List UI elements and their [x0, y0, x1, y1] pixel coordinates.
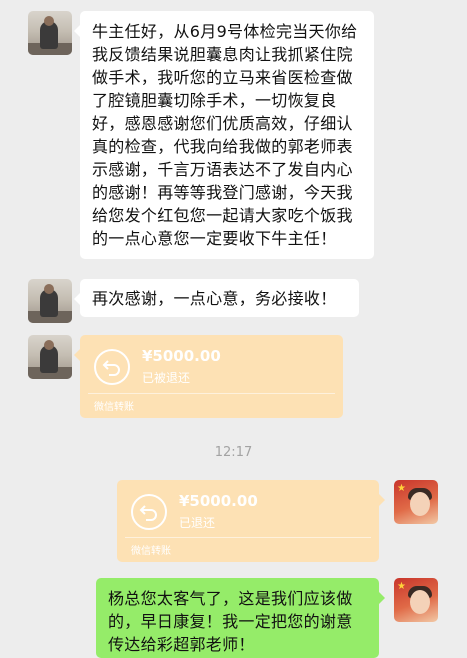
- sender-avatar[interactable]: [28, 11, 72, 55]
- transfer-amount: ¥5000.00: [179, 492, 258, 510]
- timestamp: 12:17: [214, 445, 253, 460]
- sender-avatar[interactable]: [28, 335, 72, 379]
- transfer-status: 已退还: [179, 516, 216, 530]
- message-bubble[interactable]: 杨总您太客气了，这是我们应该做的，早日康复！我一定把您的谢意传达给彩超郭老师！: [96, 578, 385, 658]
- transfer-footer: 微信转账: [94, 402, 134, 413]
- message-text: 杨总您太客气了，这是我们应该做的，早日康复！我一定把您的谢意传达给彩超郭老师！: [108, 589, 353, 654]
- transfer-footer: 微信转账: [131, 546, 171, 557]
- message-text: 牛主任好，从6月9号体检完当天你给我反馈结果说胆囊息肉让我抓紧住院做手术，我听您…: [92, 22, 358, 248]
- transfer-card[interactable]: ¥5000.00 已退还 微信转账: [117, 480, 385, 562]
- message-text: 再次感谢，一点心意，务必接收！: [92, 289, 337, 308]
- divider: [125, 537, 371, 538]
- transfer-amount: ¥5000.00: [142, 347, 221, 365]
- message-bubble[interactable]: 牛主任好，从6月9号体检完当天你给我反馈结果说胆囊息肉让我抓紧住院做手术，我听您…: [74, 11, 374, 259]
- transfer-card[interactable]: ¥5000.00 已被退还 微信转账: [74, 335, 343, 418]
- return-arrow-icon: [94, 349, 130, 385]
- transfer-status: 已被退还: [142, 371, 191, 385]
- message-bubble[interactable]: 再次感谢，一点心意，务必接收！: [74, 279, 359, 317]
- my-avatar[interactable]: ★: [394, 578, 438, 622]
- my-avatar[interactable]: ★: [394, 480, 438, 524]
- divider: [88, 393, 335, 394]
- sender-avatar[interactable]: [28, 279, 72, 323]
- return-arrow-icon: [131, 494, 167, 530]
